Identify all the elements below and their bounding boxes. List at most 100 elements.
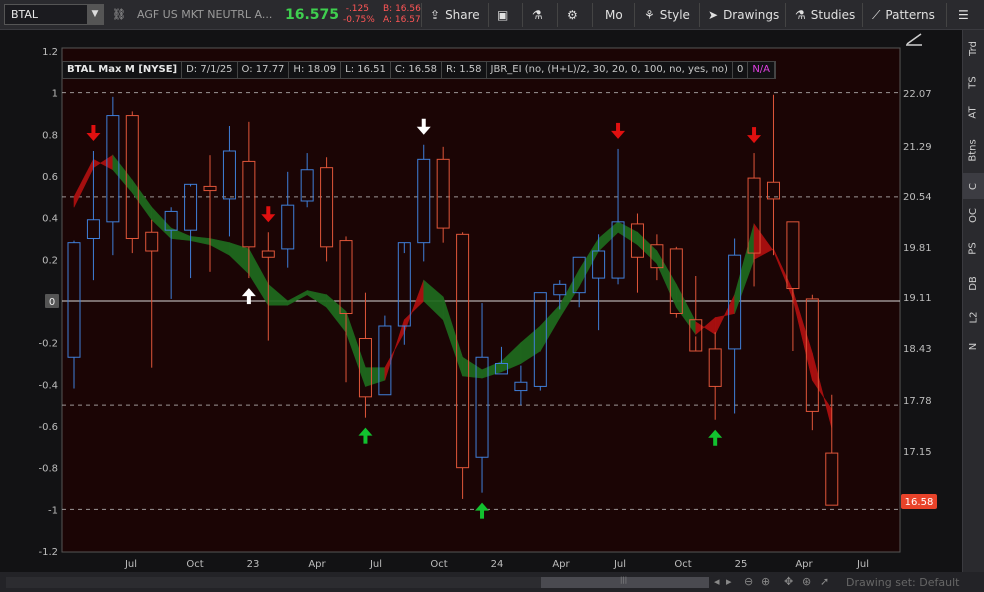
- chevron-down-icon[interactable]: ▼: [87, 5, 103, 24]
- left-axis-tick: 1.2: [42, 47, 58, 58]
- zero-label: 0: [49, 297, 55, 308]
- arrow-shaft: [421, 118, 426, 128]
- arrow-shaft: [752, 127, 757, 137]
- top-toolbar: BTAL ▼ ⛓ AGF US MKT NEUTRL A... 16.575 -…: [0, 0, 984, 30]
- last-price: 16.575: [285, 7, 340, 23]
- arrow-shaft: [363, 434, 368, 444]
- grip-icon: |||: [620, 576, 628, 584]
- header-date: D: 7/1/25: [182, 62, 238, 78]
- arrow-shaft: [91, 125, 96, 134]
- sidebar-tab-ts[interactable]: TS: [963, 69, 984, 95]
- sidebar-tab-btns[interactable]: Btns: [963, 137, 984, 163]
- link-icon[interactable]: ⛓: [112, 8, 126, 21]
- sidebar-tab-n[interactable]: N: [963, 333, 984, 359]
- studies-button[interactable]: ⚗ Studies: [795, 0, 855, 30]
- scroll-left-icon[interactable]: ◂: [714, 575, 720, 588]
- symbol-text[interactable]: BTAL: [11, 8, 38, 21]
- zoom-out-icon[interactable]: ⊖: [744, 575, 753, 588]
- studies-label: Studies: [810, 8, 856, 22]
- left-axis-tick: 1: [52, 89, 58, 100]
- right-sidebar: Trd TS AT Btns C OC PS DB L2 N: [962, 30, 984, 578]
- plot-background: [61, 47, 901, 553]
- chart-title: BTAL Max M [NYSE]: [63, 62, 183, 78]
- sidebar-tab-label: TS: [968, 75, 979, 89]
- share-button[interactable]: ⇪ Share: [430, 0, 480, 30]
- right-axis-tick: 18.43: [903, 344, 932, 355]
- toolbar-divider: [785, 3, 786, 27]
- sidebar-tab-c[interactable]: C: [963, 173, 984, 199]
- sidebar-tab-l2[interactable]: L2: [963, 304, 984, 330]
- menu-button[interactable]: ☰: [958, 0, 974, 30]
- right-axis-tick: 19.11: [903, 293, 932, 304]
- drawing-set-label[interactable]: Drawing set: Default: [846, 576, 959, 589]
- arrow-shaft: [713, 436, 718, 446]
- toolbar-divider: [946, 3, 947, 27]
- chart-header: BTAL Max M [NYSE] D: 7/1/25 O: 17.77 H: …: [62, 61, 777, 79]
- sidebar-tab-oc[interactable]: OC: [963, 202, 984, 228]
- patterns-icon: ⟋: [872, 8, 881, 22]
- ask-value: A: 16.57: [383, 15, 421, 25]
- sidebar-tab-label: DB: [968, 275, 979, 291]
- screenshot-button[interactable]: ▣: [497, 0, 513, 30]
- symbol-description: AGF US MKT NEUTRL A...: [137, 8, 273, 21]
- sidebar-tab-label: Btns: [968, 138, 979, 162]
- left-axis-tick: -0.6: [38, 422, 58, 433]
- left-axis-tick: -0.2: [38, 339, 58, 350]
- left-axis-tick: 0.2: [42, 255, 58, 266]
- scroll-right-icon[interactable]: ▸: [726, 575, 732, 588]
- left-axis-tick: 0.8: [42, 130, 58, 141]
- symbol-selector[interactable]: BTAL ▼: [4, 4, 104, 25]
- gear-icon: ⚙: [567, 8, 578, 22]
- toolbar-divider: [634, 3, 635, 27]
- sidebar-tab-label: PS: [967, 241, 979, 255]
- aggregation-button[interactable]: Mo: [605, 0, 623, 30]
- arrow-shaft: [246, 295, 251, 305]
- settings-button[interactable]: ⚙: [567, 0, 583, 30]
- left-axis-tick: 0.4: [42, 214, 58, 225]
- left-axis-tick: -1.2: [38, 547, 58, 558]
- cursor-icon: ➤: [708, 8, 719, 22]
- crosshair-icon[interactable]: ✥: [784, 575, 793, 588]
- x-axis-label: Jul: [613, 559, 626, 570]
- flask-button[interactable]: ⚗: [532, 0, 548, 30]
- zoom-in-icon[interactable]: ⊕: [761, 575, 770, 588]
- x-axis-label: Oct: [430, 559, 447, 570]
- drawings-button[interactable]: ➤ Drawings: [708, 0, 779, 30]
- screenshot-icon: ▣: [497, 8, 509, 22]
- toolbar-divider: [488, 3, 489, 27]
- price-chart[interactable]: 1.2 1 0.8 0.6 0.4 0.2 0 -0.2 -0.4 -0.6 -0.8 -1 -1.2 0…: [0, 30, 962, 578]
- menu-icon: ☰: [958, 8, 969, 22]
- study-label[interactable]: JBR_EI (no, (H+L)/2, 30, 20, 0, 100, no,…: [487, 62, 733, 78]
- pct-change: -0.75%: [343, 15, 375, 25]
- patterns-button[interactable]: ⟋ Patterns: [872, 0, 935, 30]
- header-high: H: 18.09: [289, 62, 342, 78]
- target-icon[interactable]: ⊛: [802, 575, 811, 588]
- sidebar-tab-at[interactable]: AT: [963, 99, 984, 125]
- x-axis-label: Jul: [856, 559, 869, 570]
- header-open: O: 17.77: [238, 62, 290, 78]
- arrow-shaft: [266, 206, 271, 216]
- na-label: N/A: [748, 62, 776, 78]
- sidebar-tab-label: C: [967, 182, 979, 190]
- right-axis-tick: 21.29: [903, 142, 932, 153]
- last-price-label: 16.58: [905, 497, 934, 508]
- net-change: -.125: [345, 4, 369, 14]
- share-label: Share: [445, 8, 480, 22]
- style-icon: ⚘: [644, 8, 655, 22]
- chart-area[interactable]: 1.2 1 0.8 0.6 0.4 0.2 0 -0.2 -0.4 -0.6 -0.8 -1 -1.2 0…: [0, 30, 962, 578]
- flask-icon: ⚗: [532, 8, 543, 22]
- pointer-icon[interactable]: ➚: [820, 575, 829, 588]
- left-axis-tick: 0.6: [42, 172, 58, 183]
- share-icon: ⇪: [430, 8, 441, 22]
- bid-ask: B: 16.56 A: 16.57: [383, 4, 421, 26]
- x-axis-label: Oct: [186, 559, 203, 570]
- x-axis-label: 24: [491, 559, 504, 570]
- header-low: L: 16.51: [341, 62, 391, 78]
- bid-value: B: 16.56: [383, 4, 421, 14]
- sidebar-tab-trd[interactable]: Trd: [963, 35, 984, 61]
- sidebar-tab-ps[interactable]: PS: [963, 235, 984, 261]
- expand-chart-icon[interactable]: [906, 33, 922, 46]
- x-axis-label: Jul: [124, 559, 137, 570]
- style-button[interactable]: ⚘ Style: [644, 0, 690, 30]
- sidebar-tab-db[interactable]: DB: [963, 270, 984, 296]
